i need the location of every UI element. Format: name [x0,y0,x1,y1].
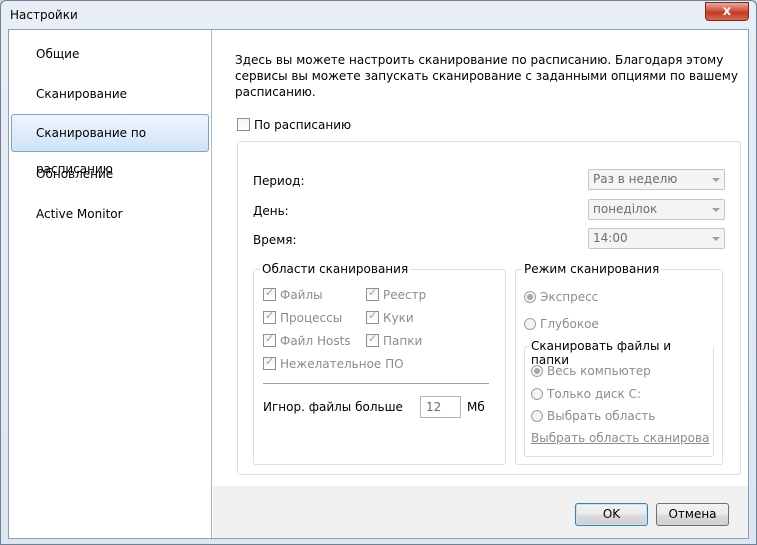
sidebar-item-scheduled-scan[interactable]: Сканирование по расписанию [11,114,209,176]
ignore-size-input[interactable]: 12 [420,396,461,418]
close-button[interactable]: x [705,2,749,21]
radio-label: Выбрать область [547,409,656,423]
sidebar-item-update[interactable]: Обновление [11,155,209,193]
scan-mode-group: Режим сканирования Экспресс Глубокое Ска… [515,262,723,465]
radio-dot [531,410,543,422]
sidebar: Общие Сканирование Сканирование по распи… [9,30,212,538]
cancel-button[interactable]: Отмена [656,503,729,526]
scan-folders-checkbox[interactable]: Папки [366,332,423,348]
sidebar-item-label: Сканирование [36,87,128,101]
radio-label: Весь компьютер [547,364,651,378]
divider [263,383,489,384]
sidebar-item-label: Обновление [36,167,114,181]
checkbox-box [263,286,276,301]
close-icon: x [722,4,732,19]
sidebar-item-general[interactable]: Общие [11,35,209,73]
checkbox-box [366,309,379,324]
radio-dot [524,318,536,330]
checkbox-box [263,332,276,347]
select-scan-area-link[interactable]: Выбрать область сканирова [531,431,713,445]
schedule-settings-group: Период: Раз в неделю День: понеділок Вре… [237,141,741,475]
checkbox-box [263,309,276,324]
ignore-size-value: 12 [426,400,442,414]
title-bar[interactable]: Настройки x [1,1,756,29]
settings-content: Здесь вы можете настроить сканирование п… [213,30,748,486]
checkbox-label: Нежелательное ПО [280,357,404,371]
day-select[interactable]: понеділок [588,199,725,220]
day-value: понеділок [593,202,658,216]
window-title: Настройки [10,8,78,22]
radio-label: Экспресс [540,290,599,304]
chevron-down-icon [712,208,720,212]
radio-label: Только диск С: [547,387,641,401]
mode-deep-radio[interactable]: Глубокое [524,317,599,331]
scan-registry-checkbox[interactable]: Реестр [366,286,427,302]
checkbox-box [366,332,379,347]
time-label: Время: [253,233,297,247]
radio-dot [531,388,543,400]
schedule-checkbox-label: По расписанию [254,118,352,132]
sidebar-item-label: Active Monitor [36,207,123,221]
time-value: 14:00 [593,231,628,245]
scan-files-group: Сканировать файлы и папки Весь компьютер… [524,339,714,457]
ignore-size-unit: Мб [467,400,485,414]
sidebar-item-scanning[interactable]: Сканирование [11,75,209,113]
scan-mode-legend: Режим сканирования [522,262,662,276]
checkbox-label: Файл Hosts [280,334,351,348]
scan-files-legend: Сканировать файлы и папки [529,339,713,367]
settings-window: Настройки x Общие Сканирование Сканирова… [0,0,757,545]
chevron-down-icon [712,237,720,241]
mode-express-radio[interactable]: Экспресс [524,290,598,304]
scan-pup-checkbox[interactable]: Нежелательное ПО [263,355,404,371]
radio-dot [531,365,543,377]
schedule-checkbox[interactable] [237,118,250,131]
radio-dot [524,291,536,303]
period-label: Период: [253,174,305,188]
radio-label: Глубокое [540,317,599,331]
checkbox-box [366,286,379,301]
period-value: Раз в неделю [593,172,678,186]
checkbox-label: Реестр [383,288,427,302]
chevron-down-icon [712,178,720,182]
ignore-files-label: Игнор. файлы больше [263,400,403,414]
checkbox-label: Процессы [280,311,343,325]
scan-areas-legend: Области сканирования [260,262,411,276]
checkbox-label: Файлы [280,288,323,302]
scan-areas-group: Области сканирования Файлы Реестр Процес… [253,262,506,465]
time-select[interactable]: 14:00 [588,228,725,249]
day-label: День: [253,204,289,218]
checkbox-box [263,355,276,370]
checkbox-label: Куки [383,311,414,325]
dialog-client-area: Общие Сканирование Сканирование по распи… [8,29,749,539]
select-area-radio[interactable]: Выбрать область [531,409,655,423]
checkbox-label: Папки [383,334,423,348]
dialog-footer: OK Отмена [213,486,748,538]
page-description: Здесь вы можете настроить сканирование п… [235,53,738,99]
sidebar-item-label: Общие [36,47,80,61]
sidebar-item-active-monitor[interactable]: Active Monitor [11,195,209,233]
scan-files-checkbox[interactable]: Файлы [263,286,323,302]
ok-button[interactable]: OK [575,503,648,526]
scan-cookies-checkbox[interactable]: Куки [366,309,414,325]
scan-hosts-checkbox[interactable]: Файл Hosts [263,332,351,348]
schedule-checkbox-row[interactable]: По расписанию [237,118,351,132]
drive-c-radio[interactable]: Только диск С: [531,387,641,401]
period-select[interactable]: Раз в неделю [588,169,725,190]
scan-processes-checkbox[interactable]: Процессы [263,309,343,325]
whole-computer-radio[interactable]: Весь компьютер [531,364,651,378]
